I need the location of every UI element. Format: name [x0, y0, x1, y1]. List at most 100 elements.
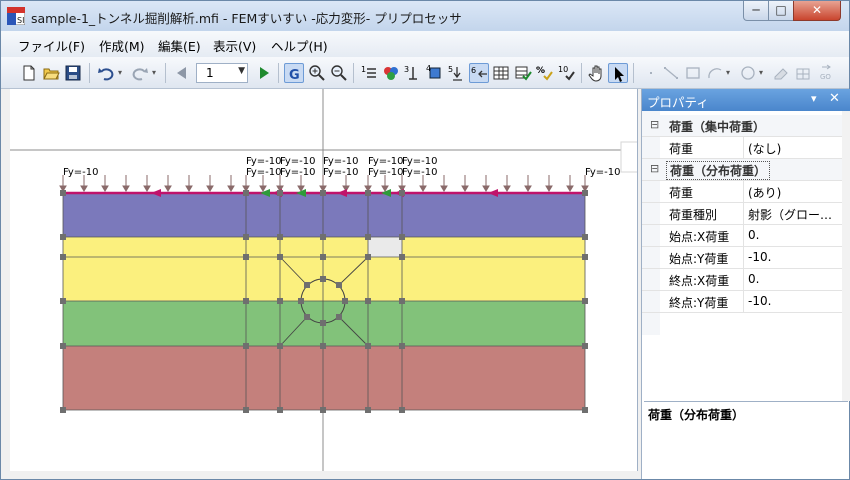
- close-icon[interactable]: ✕: [829, 91, 840, 106]
- pointer-icon[interactable]: [608, 63, 628, 83]
- property-divider: [743, 269, 744, 291]
- check-all-icon[interactable]: 10: [557, 63, 577, 83]
- property-row[interactable]: 荷重 (なし): [642, 137, 842, 159]
- property-value[interactable]: (あり): [748, 184, 842, 201]
- property-value[interactable]: 射影（グロー…: [748, 206, 842, 223]
- soil-layer-2[interactable]: [63, 237, 585, 301]
- close-button[interactable]: ✕: [793, 1, 841, 21]
- property-key: 荷重種別: [669, 208, 718, 222]
- property-key: 始点:Y荷重: [669, 252, 729, 266]
- collapse-icon[interactable]: ⊟: [650, 162, 659, 175]
- load-label: Fy=-10: [323, 167, 358, 178]
- svg-text:10: 10: [558, 65, 568, 74]
- category-label: 荷重（集中荷重）: [669, 120, 766, 134]
- menu-create[interactable]: 作成(M): [99, 36, 145, 55]
- load-label: Fy=-10: [323, 156, 358, 167]
- dist-load-icon[interactable]: 6: [469, 63, 489, 83]
- load-label: Fy=-10: [368, 156, 403, 167]
- open-folder-icon[interactable]: [41, 63, 61, 83]
- load-label: Fy=-10: [280, 156, 315, 167]
- undo-dropdown-icon[interactable]: ▾: [118, 67, 125, 79]
- mesh-icon: [793, 63, 813, 83]
- load-label: Fy=-10: [246, 167, 281, 178]
- redo-icon[interactable]: [130, 63, 150, 83]
- svg-text:4: 4: [426, 64, 431, 73]
- property-value[interactable]: (なし): [748, 140, 842, 157]
- arc-icon: [705, 63, 725, 83]
- property-scrollbar[interactable]: [842, 111, 850, 401]
- menu-view[interactable]: 表示(V): [213, 36, 256, 55]
- toolbar-separator: [89, 63, 90, 83]
- property-value[interactable]: 0.: [748, 272, 842, 286]
- property-value[interactable]: 0.: [748, 228, 842, 242]
- grid-snap-icon[interactable]: G: [284, 63, 304, 83]
- material-icon[interactable]: [381, 63, 401, 83]
- soil-layer-1[interactable]: [63, 193, 585, 237]
- property-row[interactable]: 終点:X荷重 0.: [642, 269, 842, 291]
- menu-edit[interactable]: 編集(E): [158, 36, 201, 55]
- property-key: 荷重: [669, 142, 694, 156]
- load-label: Fy=-10: [63, 167, 98, 178]
- property-value[interactable]: -10.: [748, 294, 842, 308]
- svg-text:5: 5: [448, 65, 453, 74]
- property-row[interactable]: 始点:Y荷重 -10.: [642, 247, 842, 269]
- menu-file[interactable]: ファイル(F): [18, 36, 85, 55]
- zoom-in-icon[interactable]: [307, 63, 327, 83]
- table-icon[interactable]: [491, 63, 511, 83]
- toolbar-separator: [633, 63, 634, 83]
- load-icon[interactable]: 5: [447, 63, 467, 83]
- property-divider: [743, 203, 744, 225]
- toolbar-separator: [353, 63, 354, 83]
- drawing-canvas[interactable]: Fy=-10 Fy=-10 Fy=-10 Fy=-10 Fy=-10 Fy=-1…: [10, 89, 638, 471]
- category-label: 荷重（分布荷重）: [666, 161, 771, 180]
- undo-icon[interactable]: [96, 63, 116, 83]
- check-mesh-icon[interactable]: %: [535, 63, 555, 83]
- minimize-button[interactable]: ─: [743, 1, 769, 21]
- collapse-icon[interactable]: ⊟: [650, 118, 659, 131]
- point-icon: [641, 63, 661, 83]
- excavation-void[interactable]: [368, 237, 402, 257]
- pin-dropdown-icon[interactable]: ▾: [811, 92, 817, 105]
- new-file-icon[interactable]: [19, 63, 39, 83]
- property-divider: [743, 291, 744, 313]
- category-distributed-load[interactable]: ⊟ 荷重（分布荷重）: [642, 159, 842, 181]
- menu-bar: ファイル(F) 作成(M) 編集(E) 表示(V) ヘルプ(H): [1, 31, 849, 57]
- property-row[interactable]: 荷重種別 射影（グロー…: [642, 203, 842, 225]
- hand-pan-icon[interactable]: [587, 63, 607, 83]
- boundary-icon[interactable]: 3: [403, 63, 423, 83]
- svg-text:6: 6: [471, 66, 476, 75]
- page-select-value: 1: [206, 66, 214, 80]
- maximize-button[interactable]: □: [768, 1, 794, 21]
- go-icon: GO: [817, 63, 837, 83]
- property-divider: [743, 225, 744, 247]
- property-value[interactable]: -10.: [748, 250, 842, 264]
- check-table-icon[interactable]: [513, 63, 533, 83]
- soil-layer-4[interactable]: [63, 346, 585, 410]
- save-icon[interactable]: [63, 63, 83, 83]
- play-icon[interactable]: [254, 63, 274, 83]
- redo-dropdown-icon[interactable]: ▾: [152, 67, 159, 79]
- rectangle-icon: [683, 63, 703, 83]
- app-logo-icon: SI: [6, 6, 26, 26]
- prev-icon[interactable]: [172, 63, 192, 83]
- property-key: 始点:X荷重: [669, 230, 730, 244]
- page-select[interactable]: 1 ▼: [196, 63, 248, 83]
- load-label: Fy=-10: [368, 167, 403, 178]
- property-divider: [743, 247, 744, 269]
- toolbar: ▾ ▾ G 1 3 4 5 6 % 10 ▾ ▾ GO: [1, 57, 849, 89]
- zoom-out-icon[interactable]: [329, 63, 349, 83]
- property-row[interactable]: 始点:X荷重 0.: [642, 225, 842, 247]
- element-icon[interactable]: 4: [425, 63, 445, 83]
- chevron-down-icon[interactable]: ▼: [238, 66, 245, 76]
- category-point-load[interactable]: ⊟ 荷重（集中荷重）: [642, 115, 842, 137]
- property-row[interactable]: 荷重 (あり): [642, 181, 842, 203]
- load-label: Fy=-10: [402, 167, 437, 178]
- canvas-scroll-tab[interactable]: [620, 141, 638, 173]
- property-row[interactable]: 終点:Y荷重 -10.: [642, 291, 842, 313]
- circle-dropdown-icon: ▾: [759, 68, 764, 77]
- menu-help[interactable]: ヘルプ(H): [271, 36, 328, 55]
- svg-text:%: %: [536, 66, 545, 76]
- load-label: Fy=-10: [280, 167, 315, 178]
- svg-text:G: G: [289, 68, 300, 83]
- node-list-icon[interactable]: 1: [359, 63, 379, 83]
